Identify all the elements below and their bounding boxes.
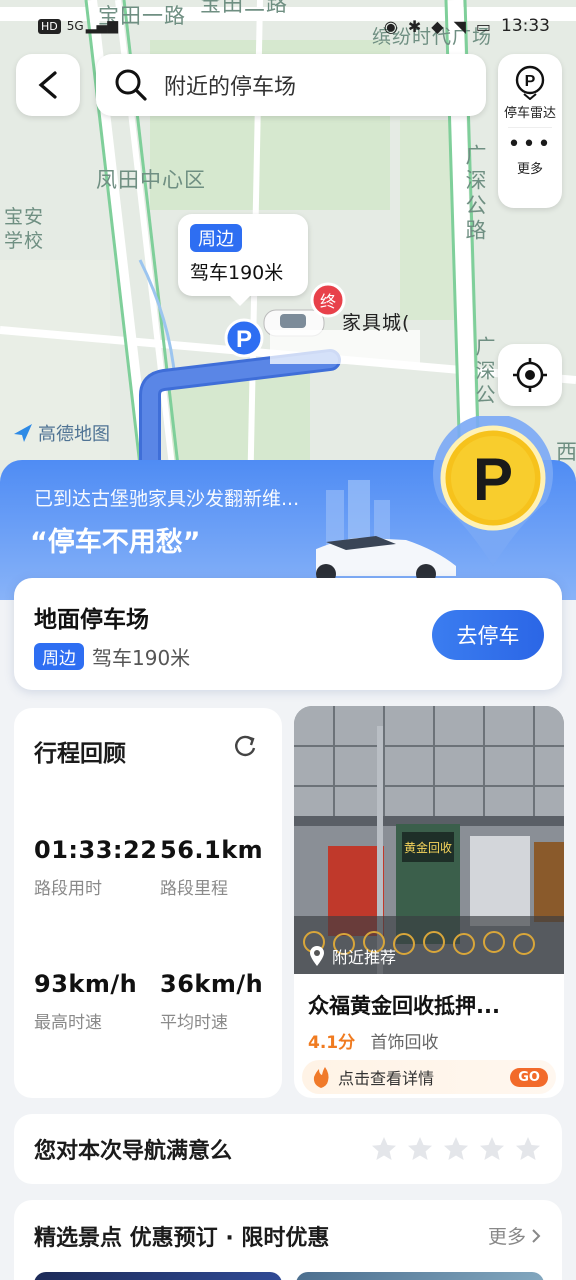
- featured-more-label: 更多: [487, 1226, 526, 1248]
- parking-badge-letter: P: [473, 446, 513, 513]
- trip-review-card: 行程回顾 01:33:22 路段用时 56.1km 路段里程 93km/h 最高…: [14, 708, 282, 1098]
- star-rating[interactable]: [370, 1135, 542, 1163]
- parking-badge-icon: P: [433, 416, 553, 566]
- nearby-badge: 附近推荐: [308, 944, 396, 968]
- shop-photo: 黄金回收: [294, 706, 564, 974]
- hd-icon: HD: [38, 18, 61, 34]
- parking-tag: 周边: [34, 643, 84, 670]
- stat-label: 平均时速: [160, 1013, 228, 1033]
- search-bar[interactable]: 附近的停车场: [96, 54, 486, 116]
- callout-distance: 驾车190米: [190, 262, 284, 284]
- map-label-school-2: 学校: [4, 230, 45, 252]
- stat-value: 36km/h: [160, 970, 264, 998]
- status-time: 13:33: [501, 16, 550, 36]
- locate-button[interactable]: [498, 344, 562, 406]
- network-label: 5G: [66, 19, 84, 33]
- gaode-logo: 高德地图: [12, 420, 110, 446]
- parking-marker-letter: P: [236, 326, 252, 353]
- go-badge: GO: [510, 1067, 548, 1087]
- stat-avg-speed: 36km/h 平均时速: [160, 970, 263, 1033]
- stat-label: 最高时速: [34, 1013, 102, 1033]
- stat-value: 01:33:22: [34, 836, 158, 864]
- stat-duration: 01:33:22 路段用时: [34, 836, 157, 899]
- stat-label: 路段里程: [160, 879, 228, 899]
- search-icon: [115, 69, 147, 101]
- shop-category: 首饰回收: [370, 1033, 439, 1053]
- parking-meta: 周边 驾车190米: [34, 642, 190, 671]
- eye-icon: ◉: [383, 16, 398, 36]
- stat-value: 56.1km: [160, 836, 264, 864]
- signal-icon: ▂▄▆: [85, 18, 118, 34]
- satisfaction-question: 您对本次导航满意么: [34, 1139, 233, 1164]
- star-icon[interactable]: [406, 1135, 434, 1163]
- end-marker-label: 终: [320, 292, 336, 311]
- flame-icon: [313, 1067, 329, 1088]
- shop-rating: 4.1分 首饰回收: [308, 1028, 439, 1053]
- view-detail-label: 点击查看详情: [338, 1069, 435, 1088]
- featured-title: 精选景点 优惠预订 · 限时优惠: [34, 1226, 330, 1251]
- callout-tag: 周边: [190, 224, 242, 252]
- shop-score: 4.1分: [308, 1033, 356, 1053]
- shop-name: 众福黄金回收抵押...: [308, 994, 500, 1018]
- wifi-icon: ◥: [453, 16, 466, 36]
- star-icon[interactable]: [514, 1135, 542, 1163]
- map-label-district: 凤田中心区: [96, 168, 206, 192]
- star-icon[interactable]: [370, 1135, 398, 1163]
- shop-sign-text: 黄金回收: [404, 840, 452, 855]
- star-icon[interactable]: [478, 1135, 506, 1163]
- crosshair-icon: [513, 358, 547, 392]
- stat-distance: 56.1km 路段里程: [160, 836, 263, 899]
- parking-radar-icon: P: [515, 65, 545, 100]
- divider: [508, 127, 552, 128]
- star-icon[interactable]: [442, 1135, 470, 1163]
- recommendation-card[interactable]: 黄金回收 附近推荐 众福黄金回收抵押... 4.1分 首饰回收 点击查看详情 G…: [294, 706, 564, 1098]
- battery-icon: ▭: [475, 16, 491, 36]
- arrived-text: 已到达古堡驰家具沙发翻新维...: [34, 488, 300, 510]
- bluetooth-icon: ✱: [407, 16, 422, 36]
- more-label: 更多: [516, 162, 543, 177]
- map-label-highway: 广深公路: [463, 144, 487, 244]
- parking-radar-button[interactable]: P 停车雷达: [498, 64, 562, 121]
- featured-thumb[interactable]: [34, 1272, 282, 1280]
- back-button[interactable]: [16, 54, 80, 116]
- dots-icon: •••: [507, 132, 553, 157]
- location-pin-icon: [310, 946, 324, 966]
- satisfaction-card: 您对本次导航满意么: [14, 1114, 562, 1184]
- map-side-panel: P 停车雷达 ••• 更多: [498, 54, 562, 208]
- featured-thumb[interactable]: [296, 1272, 544, 1280]
- svg-text:P: P: [525, 73, 536, 90]
- status-bar: HD 5G ▂▄▆ ◉ ✱ ◆ ◥ ▭ 13:33: [38, 8, 550, 44]
- more-button[interactable]: ••• 更多: [498, 132, 562, 178]
- stat-max-speed: 93km/h 最高时速: [34, 970, 137, 1033]
- view-detail-button[interactable]: 点击查看详情 GO: [302, 1060, 556, 1094]
- refresh-icon[interactable]: [232, 732, 258, 758]
- parking-callout[interactable]: 周边 驾车190米: [178, 214, 308, 306]
- trip-review-title: 行程回顾: [34, 741, 126, 767]
- search-placeholder: 附近的停车场: [164, 75, 297, 100]
- stat-label: 路段用时: [34, 879, 102, 899]
- parking-radar-label: 停车雷达: [503, 106, 556, 121]
- featured-more-button[interactable]: 更多: [488, 1222, 542, 1249]
- parking-card[interactable]: 地面停车场 周边 驾车190米 去停车: [14, 578, 562, 690]
- chevron-left-icon: [38, 71, 57, 99]
- nearby-label: 附近推荐: [332, 948, 397, 967]
- stat-value: 93km/h: [34, 970, 138, 998]
- map-label-destination: 家具城(: [342, 312, 411, 334]
- featured-card: 精选景点 优惠预订 · 限时优惠 更多: [14, 1200, 562, 1280]
- location-icon: ◆: [431, 16, 444, 36]
- gaode-logo-text: 高德地图: [38, 424, 110, 445]
- go-park-button[interactable]: 去停车: [432, 610, 544, 660]
- map-label-highway2: 广深公: [472, 336, 496, 408]
- banner-slogan: “停车不用愁”: [30, 527, 201, 558]
- parking-distance: 驾车190米: [92, 646, 191, 670]
- chevron-right-icon: [532, 1228, 541, 1243]
- parking-title: 地面停车场: [34, 607, 149, 633]
- map-label-school-1: 宝安: [4, 206, 45, 228]
- gaode-logo-icon: [14, 424, 32, 442]
